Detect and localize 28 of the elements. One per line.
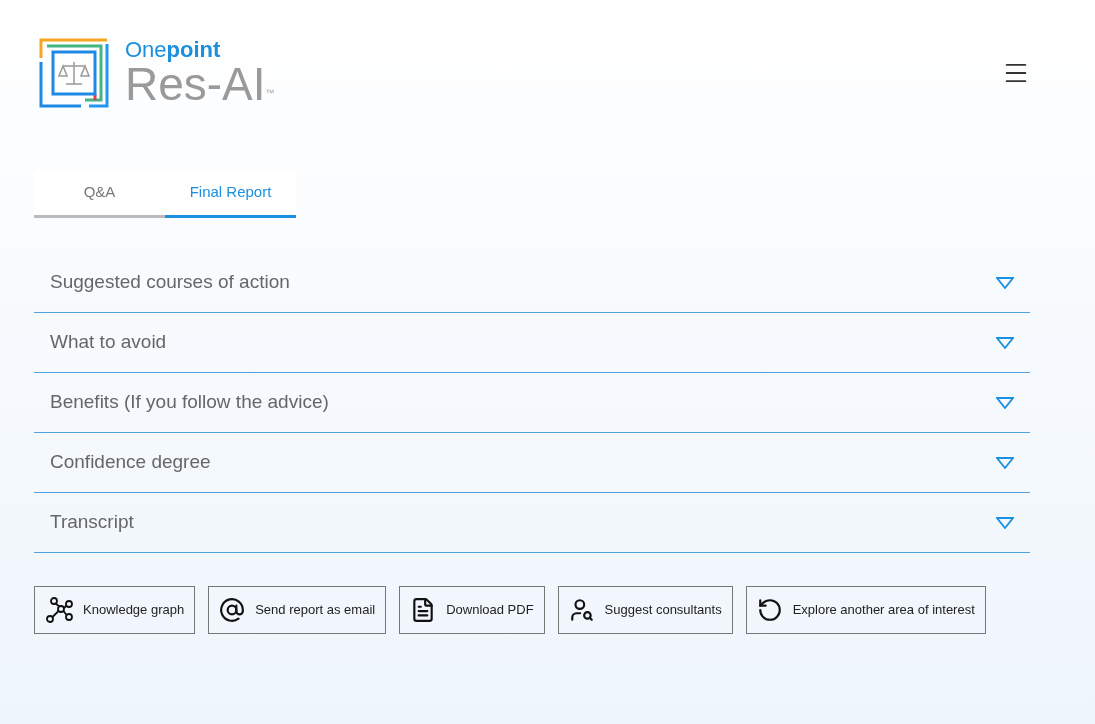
brand-name: Onepoint: [125, 39, 222, 61]
section-title: What to avoid: [50, 330, 167, 355]
accordion-header[interactable]: Confidence degree: [34, 433, 1030, 493]
triangle-icon: [996, 516, 1014, 529]
section-title: Confidence degree: [50, 450, 211, 475]
network-graph-icon: [45, 596, 73, 624]
accordion-header[interactable]: Benefits (If you follow the advice): [34, 373, 1030, 433]
triangle-icon: [996, 276, 1014, 289]
section-title: Suggested courses of action: [50, 270, 290, 295]
triangle-icon: [996, 396, 1014, 409]
logo-icon: [39, 38, 109, 108]
action-button[interactable]: Suggest consultants: [557, 586, 733, 634]
accordion-header[interactable]: What to avoid: [34, 313, 1030, 373]
accordion-header[interactable]: Suggested courses of action: [34, 253, 1030, 313]
triangle-icon: [996, 456, 1014, 469]
tab[interactable]: Final Report: [165, 170, 296, 218]
rotate-arrow-icon: [756, 597, 783, 623]
action-button[interactable]: Send report as email: [208, 586, 387, 634]
section-title: Benefits (If you follow the advice): [50, 390, 329, 415]
triangle-icon: [996, 336, 1014, 349]
at-sign-icon: [219, 597, 246, 623]
action-button[interactable]: Explore another area of interest: [745, 586, 986, 634]
accordion-header[interactable]: Transcript: [34, 493, 1030, 553]
tab[interactable]: Q&A: [34, 170, 165, 218]
action-button[interactable]: Download PDF: [399, 586, 545, 634]
person-search-icon: [568, 597, 595, 623]
section-title: Transcript: [50, 510, 134, 535]
action-button[interactable]: Knowledge graph: [34, 586, 196, 634]
